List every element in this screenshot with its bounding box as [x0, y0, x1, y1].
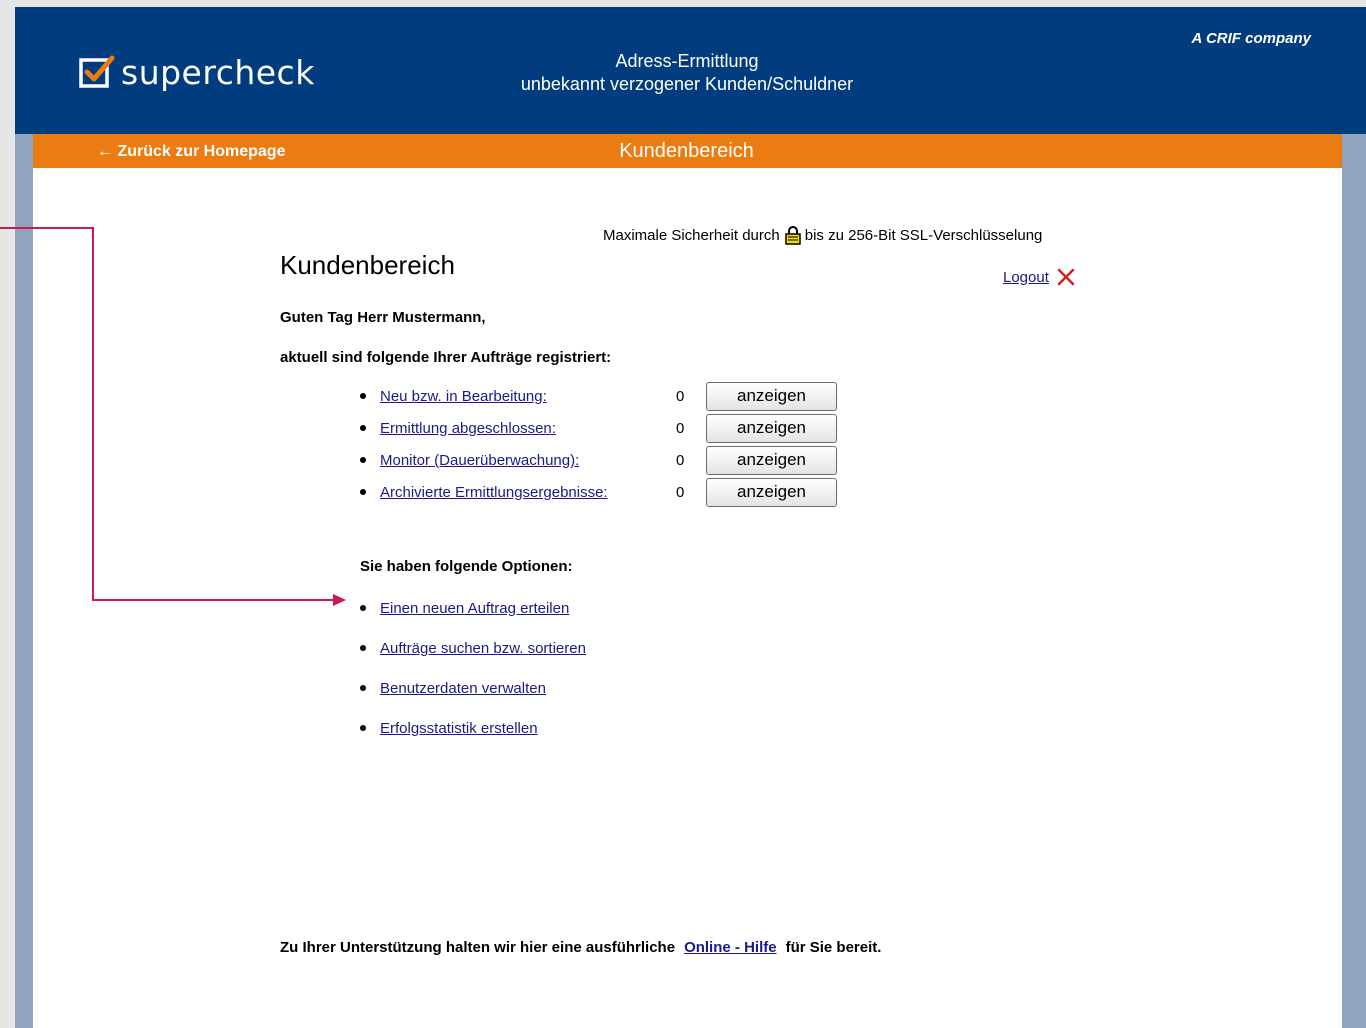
bullet [360, 457, 366, 463]
header-title: Adress-Ermittlung unbekannt verzogener K… [445, 50, 929, 96]
back-to-homepage-link[interactable]: ← Zurück zur Homepage [97, 143, 285, 161]
close-x-icon[interactable] [1056, 267, 1076, 287]
header-title-line1: Adress-Ermittlung [615, 51, 759, 71]
new-order-link[interactable]: Einen neuen Auftrag erteilen [380, 600, 569, 617]
logout-link[interactable]: Logout [1003, 269, 1049, 286]
order-count: 0 [676, 387, 685, 405]
show-monitor-button[interactable]: anzeigen [706, 445, 837, 475]
bullet [360, 425, 366, 431]
bullet [360, 605, 366, 611]
support-text-before: Zu Ihrer Unterstützung halten wir hier e… [280, 939, 676, 956]
page-heading: Kundenbereich [280, 250, 455, 280]
option-item: Erfolgsstatistik erstellen [360, 708, 586, 748]
order-count: 0 [676, 451, 685, 469]
page-frame: supercheck Adress-Ermittlung unbekannt v… [15, 7, 1366, 1028]
manage-user-data-link[interactable]: Benutzerdaten verwalten [380, 680, 546, 697]
support-note: Zu Ihrer Unterstützung halten wir hier e… [280, 939, 881, 956]
order-new-link[interactable]: Neu bzw. in Bearbeitung: [380, 388, 676, 405]
option-item: Benutzerdaten verwalten [360, 668, 586, 708]
nav-bar: ← Zurück zur Homepage Kundenbereich [33, 134, 1342, 168]
show-new-button[interactable]: anzeigen [706, 381, 837, 411]
logout-control[interactable]: Logout [1003, 267, 1076, 287]
bullet [360, 393, 366, 399]
bullet [360, 725, 366, 731]
bullet [360, 685, 366, 691]
bullet [360, 489, 366, 495]
order-row: Archivierte Ermittlungsergebnisse: 0 anz… [360, 476, 890, 508]
logo-text: supercheck [121, 52, 315, 92]
orders-list: Neu bzw. in Bearbeitung: 0 anzeigen Ermi… [360, 380, 890, 508]
options-list: Einen neuen Auftrag erteilen Aufträge su… [360, 588, 586, 748]
success-statistics-link[interactable]: Erfolgsstatistik erstellen [380, 720, 538, 737]
order-count: 0 [676, 483, 685, 501]
orders-intro: aktuell sind folgende Ihrer Aufträge reg… [280, 349, 612, 366]
bullet [360, 645, 366, 651]
order-count: 0 [676, 419, 685, 437]
header-title-line2: unbekannt verzogener Kunden/Schuldner [520, 74, 854, 94]
lock-icon [785, 226, 801, 245]
search-orders-link[interactable]: Aufträge suchen bzw. sortieren [380, 640, 586, 657]
security-text-after: bis zu 256-Bit SSL-Verschlüsselung [804, 226, 1043, 244]
checkbox-check-icon [79, 55, 115, 88]
greeting: Guten Tag Herr Mustermann, [280, 309, 486, 326]
main-content: Maximale Sicherheit durch bis zu 256-Bit… [33, 168, 1342, 1028]
show-completed-button[interactable]: anzeigen [706, 413, 837, 443]
site-header: supercheck Adress-Ermittlung unbekannt v… [15, 7, 1366, 134]
order-row: Ermittlung abgeschlossen: 0 anzeigen [360, 412, 890, 444]
option-item: Aufträge suchen bzw. sortieren [360, 628, 586, 668]
order-archived-link[interactable]: Archivierte Ermittlungsergebnisse: [380, 484, 676, 501]
show-archived-button[interactable]: anzeigen [706, 477, 837, 507]
order-row: Neu bzw. in Bearbeitung: 0 anzeigen [360, 380, 890, 412]
order-row: Monitor (Dauerüberwachung): 0 anzeigen [360, 444, 890, 476]
option-item: Einen neuen Auftrag erteilen [360, 588, 586, 628]
crif-logo: A CRIF company [1191, 30, 1311, 47]
support-text-after: für Sie bereit. [785, 939, 882, 956]
security-note: Maximale Sicherheit durch bis zu 256-Bit… [603, 225, 1042, 245]
online-help-link[interactable]: Online - Hilfe [684, 939, 777, 956]
options-heading: Sie haben folgende Optionen: [360, 558, 573, 575]
security-text-before: Maximale Sicherheit durch [603, 226, 780, 244]
order-completed-link[interactable]: Ermittlung abgeschlossen: [380, 420, 676, 437]
supercheck-logo[interactable]: supercheck [79, 52, 315, 92]
order-monitor-link[interactable]: Monitor (Dauerüberwachung): [380, 452, 676, 469]
nav-bar-title: Kundenbereich [619, 140, 754, 162]
